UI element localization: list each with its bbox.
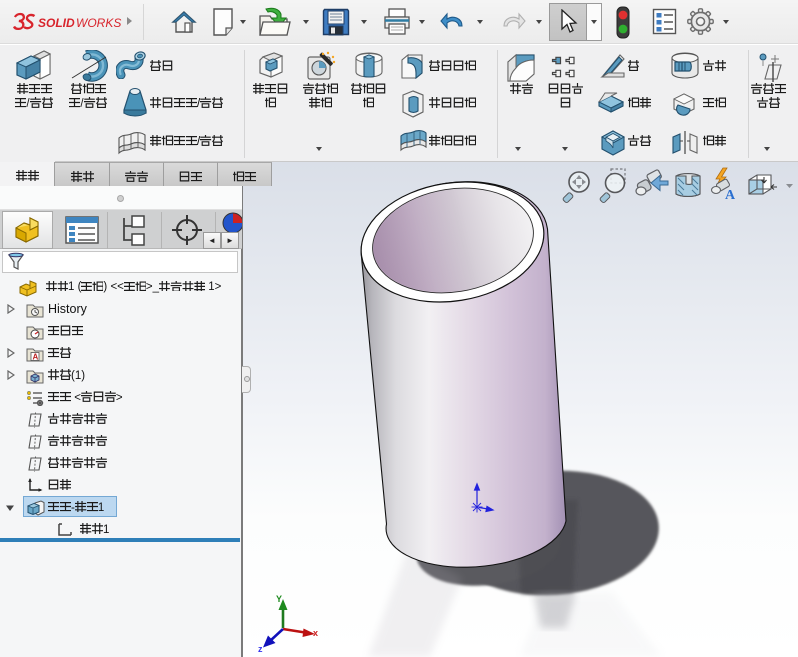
svg-text:SOLID: SOLID: [38, 16, 75, 30]
svg-text:WORKS: WORKS: [76, 16, 121, 30]
svg-text:x: x: [313, 628, 318, 638]
svg-text:z: z: [258, 644, 263, 654]
svg-text:A: A: [33, 353, 39, 362]
svg-text:A: A: [725, 188, 736, 203]
svg-text:Y: Y: [276, 594, 282, 604]
